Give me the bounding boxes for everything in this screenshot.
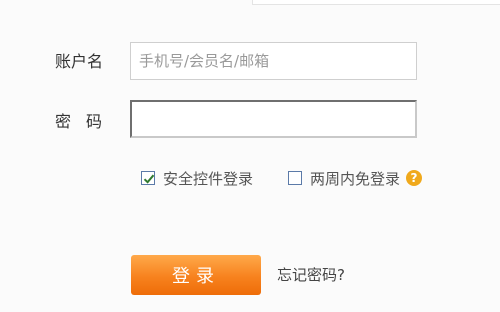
forgot-password-link[interactable]: 忘记密码?	[277, 264, 345, 285]
checkmark-icon	[143, 174, 155, 184]
two-weeks-option[interactable]: 两周内免登录 ?	[288, 168, 423, 189]
account-input[interactable]	[131, 43, 416, 79]
password-input[interactable]	[132, 102, 415, 136]
login-button[interactable]: 登录	[131, 255, 261, 295]
question-mark-icon[interactable]: ?	[406, 170, 423, 186]
password-field-container[interactable]	[130, 100, 417, 138]
two-weeks-checkbox[interactable]	[288, 171, 302, 185]
password-label: 密码	[55, 112, 118, 131]
security-control-checkbox[interactable]	[141, 171, 155, 185]
security-control-option[interactable]: 安全控件登录	[141, 168, 253, 188]
top-panel-edge	[252, 0, 500, 5]
security-control-label[interactable]: 安全控件登录	[163, 168, 253, 189]
account-label: 账户名	[55, 52, 104, 71]
account-field-container[interactable]	[130, 42, 417, 80]
two-weeks-label[interactable]: 两周内免登录	[310, 168, 400, 189]
